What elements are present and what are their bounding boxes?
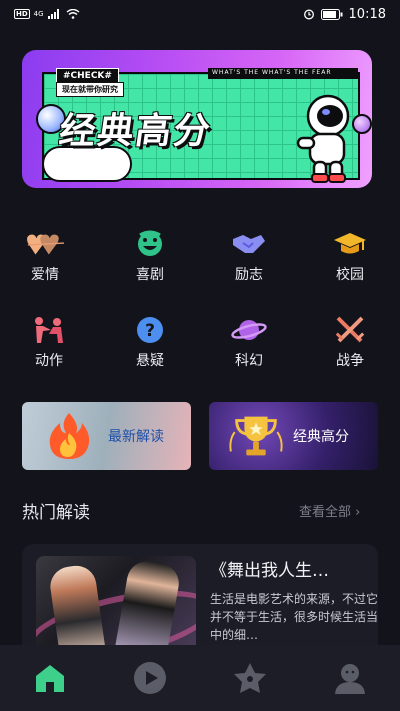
clock: 10:18: [348, 6, 386, 22]
nav-favorites[interactable]: [220, 653, 280, 703]
category-label: 悬疑: [136, 353, 164, 369]
graduation-cap-icon: [331, 228, 369, 260]
flame-icon: [40, 407, 98, 465]
question-icon: ?: [131, 314, 169, 346]
crossed-swords-icon: [331, 314, 369, 346]
banner-title: 经典高分: [56, 111, 215, 152]
banner-tagline: WHAT'S THE WHAT'S THE FEAR: [208, 68, 358, 79]
handshake-icon: [230, 228, 268, 260]
nav-profile[interactable]: [320, 653, 380, 703]
astronaut-icon: [296, 94, 350, 183]
status-left: HD 4G: [14, 9, 80, 19]
category-label: 喜剧: [136, 267, 164, 283]
nav-home[interactable]: [20, 653, 80, 703]
bottom-nav: [0, 645, 400, 711]
alarm-icon: [303, 9, 314, 20]
category-comedy[interactable]: 喜剧: [115, 228, 185, 292]
user-icon: [335, 664, 365, 694]
category-label: 科幻: [235, 353, 263, 369]
wifi-icon: [66, 9, 80, 19]
item-description: 生活是电影艺术的来源，不过它并不等于生活，很多时候生活当中的细…: [210, 592, 378, 642]
banner-subtitle: 现在就带你研究: [56, 82, 124, 97]
hot-list-item[interactable]: 《舞出我人生… 生活是电影艺术的来源，不过它并不等于生活，很多时候生活当中的细…: [22, 544, 378, 654]
category-label: 动作: [35, 353, 63, 369]
trophy-icon: [227, 407, 285, 465]
category-action[interactable]: 动作: [14, 314, 84, 378]
fighting-icon: [30, 314, 68, 346]
latest-interpretation-card[interactable]: 最新解读: [22, 402, 191, 470]
category-label: 爱情: [31, 267, 59, 283]
item-title: 《舞出我人生…: [210, 561, 329, 581]
svg-text:?: ?: [145, 321, 155, 341]
hd-badge: HD: [14, 9, 30, 19]
status-bar: HD 4G 10:18: [0, 0, 400, 28]
category-inspiration[interactable]: 励志: [214, 228, 284, 292]
nav-play[interactable]: [120, 653, 180, 703]
latest-card-label: 最新解读: [108, 429, 164, 445]
category-label: 校园: [336, 267, 364, 283]
category-scifi[interactable]: 科幻: [214, 314, 284, 378]
hearts-icon: [26, 228, 64, 260]
category-suspense[interactable]: ? 悬疑: [115, 314, 185, 378]
hero-banner[interactable]: #CHECK# 现在就带你研究 WHAT'S THE WHAT'S THE FE…: [22, 50, 372, 188]
category-romance[interactable]: 爱情: [10, 228, 80, 292]
category-label: 战争: [336, 353, 364, 369]
network-badge: 4G: [33, 10, 44, 18]
section-title: 热门解读: [22, 503, 90, 523]
classic-card-label: 经典高分: [293, 429, 349, 445]
movie-thumbnail: [36, 556, 196, 654]
star-icon: [234, 663, 266, 693]
see-all-link[interactable]: 查看全部 ›: [299, 501, 360, 520]
smile-face-icon: [131, 228, 169, 260]
battery-icon: [320, 8, 343, 20]
category-war[interactable]: 战争: [315, 314, 385, 378]
planet-icon: [230, 314, 268, 346]
signal-icon: [47, 9, 59, 19]
home-icon: [36, 665, 64, 692]
classic-high-score-card[interactable]: 经典高分: [209, 402, 378, 470]
category-label: 励志: [235, 267, 263, 283]
play-icon: [134, 662, 166, 694]
category-campus[interactable]: 校园: [315, 228, 385, 292]
status-right: 10:18: [303, 7, 386, 22]
